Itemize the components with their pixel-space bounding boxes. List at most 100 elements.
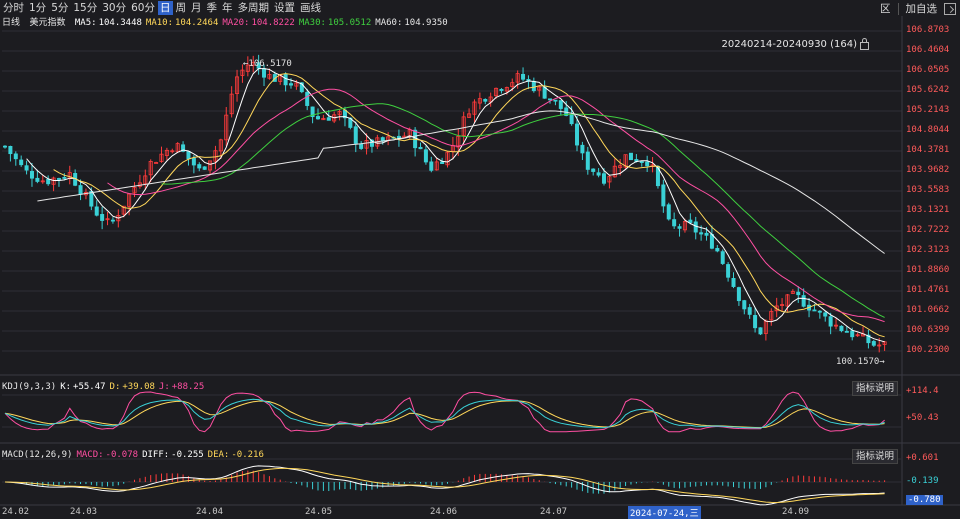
price-axis-label: 103.5583: [906, 185, 950, 195]
macd-dea-label: DEA:: [207, 450, 230, 460]
kdj-axis-mid: +50.43: [906, 413, 939, 423]
kdj-j-value: +88.25: [171, 382, 205, 392]
macd-diff-value: -0.255: [171, 450, 204, 460]
kdj-axis-top: +114.4: [906, 386, 939, 396]
candle-body: [628, 152, 633, 161]
kdj-legend: KDJ(9,3,3) K: +55.47 D: +39.08 J: +88.25: [2, 381, 204, 393]
candle-body: [429, 161, 434, 171]
macd-macd-value: -0.078: [105, 450, 139, 460]
candle-body: [839, 325, 844, 332]
candle-body: [8, 145, 13, 155]
candle-body: [62, 177, 67, 179]
candle-body: [726, 264, 731, 278]
candle-body: [693, 221, 698, 233]
price-axis-label: 106.4604: [906, 45, 950, 55]
price-axis-label: 106.0505: [906, 65, 950, 75]
candle-body: [661, 184, 666, 207]
kdj-d-item: D: +39.08: [110, 382, 155, 392]
kdj-k-item: K: +55.47: [60, 382, 105, 392]
candle-body: [110, 219, 115, 222]
candle-body: [78, 185, 83, 195]
price-axis-label: 104.3781: [906, 145, 950, 155]
candle-body: [100, 214, 105, 221]
kdj-params: KDJ(9,3,3): [2, 382, 57, 392]
candle-body: [3, 145, 8, 148]
date-axis-label: 24.02: [2, 507, 30, 517]
macd-dea-value: -0.216: [231, 450, 264, 460]
date-axis-label: 24.06: [430, 507, 458, 517]
price-axis-label: 106.8703: [906, 25, 950, 35]
kdj-k-label: K:: [60, 382, 72, 392]
candle-body: [817, 310, 822, 313]
candle-body: [531, 80, 536, 92]
candle-body: [601, 173, 606, 184]
candle-body: [548, 98, 553, 101]
macd-diff-label: DIFF:: [142, 450, 170, 460]
kdj-k-value: +55.47: [73, 382, 106, 392]
price-axis-label: 100.6399: [906, 325, 950, 335]
candle-body: [56, 178, 61, 180]
candle-body: [596, 172, 601, 176]
candle-body: [29, 171, 34, 179]
date-axis-label: 24.03: [70, 507, 98, 517]
macd-legend: MACD(12,26,9) MACD: -0.078 DIFF: -0.255 DEA: -…: [2, 449, 264, 461]
price-axis-label: 104.8044: [906, 125, 950, 135]
candle-body: [202, 166, 207, 170]
high-price-value: 106.5170: [248, 59, 292, 69]
candle-body: [639, 161, 644, 163]
candle-body: [699, 232, 704, 235]
macd-explain-button[interactable]: 指标说明: [851, 449, 898, 464]
candle-body: [305, 92, 310, 106]
candle-body: [353, 126, 358, 144]
candle-body: [580, 144, 585, 154]
ma20-line: [107, 88, 885, 323]
price-axis-label: 105.6242: [906, 85, 950, 95]
kdj-d-line: [4, 400, 885, 429]
candle-body: [423, 149, 428, 163]
macd-dea-line: [4, 467, 885, 504]
kdj-j-label: J:: [158, 382, 170, 392]
candle-body: [558, 100, 563, 109]
macd-axis-top: +0.601: [906, 453, 939, 463]
candle-body: [591, 168, 596, 172]
date-axis-label: 24.05: [305, 507, 333, 517]
kdj-k-line: [4, 398, 885, 429]
macd-diff-item: DIFF: -0.255: [142, 450, 204, 460]
candle-body: [542, 86, 547, 99]
date-axis-label: 24.09: [782, 507, 810, 517]
candle-body: [796, 291, 801, 296]
macd-diff-line: [4, 465, 885, 506]
candle-body: [24, 165, 29, 171]
candle-body: [828, 316, 833, 327]
price-axis-label: 101.4761: [906, 285, 950, 295]
candle-body: [736, 287, 741, 302]
price-axis-label: 103.1321: [906, 205, 950, 215]
candle-body: [758, 327, 763, 335]
candle-body: [672, 219, 677, 227]
candle-body: [35, 177, 40, 182]
kdj-j-item: J: +88.25: [159, 382, 204, 392]
candle-body: [871, 341, 876, 346]
kdj-d-label: D:: [109, 382, 121, 392]
candle-body: [359, 143, 364, 149]
candle-body: [19, 159, 24, 166]
macd-axis-bottom: -0.780: [906, 495, 943, 505]
date-cursor-label: 2024-07-24,三: [628, 506, 701, 519]
candle-body: [191, 157, 196, 166]
candle-body: [521, 73, 526, 80]
chart-canvas[interactable]: [0, 0, 960, 518]
candle-body: [315, 116, 320, 120]
price-axis-label: 102.3123: [906, 245, 950, 255]
candle-body: [731, 278, 736, 287]
candle-body: [688, 219, 693, 223]
candle-body: [94, 206, 99, 216]
candle-body: [154, 162, 159, 164]
kdj-j-line: [4, 391, 885, 433]
kdj-explain-button[interactable]: 指标说明: [851, 381, 898, 396]
date-axis-label: 24.07: [540, 507, 568, 517]
candle-body: [575, 123, 580, 146]
candle-body: [418, 146, 423, 150]
candle-body: [742, 300, 747, 310]
kdj-d-value: +39.08: [122, 382, 155, 392]
low-price-value: 100.1570: [836, 357, 880, 367]
